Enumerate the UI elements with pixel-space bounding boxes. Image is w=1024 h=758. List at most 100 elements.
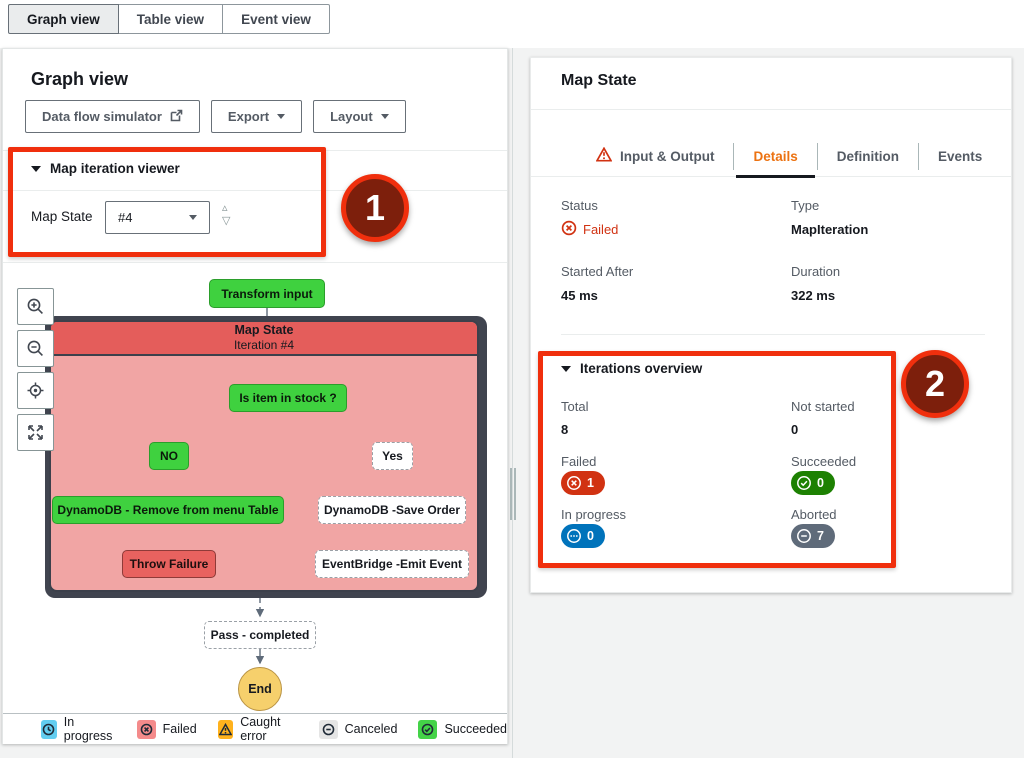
node-dynamodb-save-order[interactable]: DynamoDB -Save Order xyxy=(318,496,466,524)
status-label: Status xyxy=(561,198,598,213)
data-flow-simulator-button[interactable]: Data flow simulator xyxy=(25,100,200,133)
node-branch-yes[interactable]: Yes xyxy=(372,442,413,470)
failed-label: Failed xyxy=(561,454,596,469)
node-dynamodb-remove[interactable]: DynamoDB - Remove from menu Table xyxy=(52,496,284,524)
legend-label: Succeeded xyxy=(444,722,507,736)
graph-view-panel: Graph view Data flow simulator Export La… xyxy=(2,48,508,744)
node-is-item-in-stock[interactable]: Is item in stock ? xyxy=(229,384,347,412)
succeeded-count-badge: 0 xyxy=(791,471,835,495)
map-state-name: Map State xyxy=(234,323,293,338)
chevron-down-icon xyxy=(381,114,389,119)
triangle-down-icon xyxy=(561,366,571,372)
tab-label: Definition xyxy=(837,149,899,164)
not-started-label: Not started xyxy=(791,399,855,414)
total-value: 8 xyxy=(561,422,568,437)
status-text: Failed xyxy=(583,222,618,237)
tab-input-output[interactable]: Input & Output xyxy=(577,136,733,177)
graph-canvas: Map State Iteration #4 xyxy=(3,264,507,713)
chevron-down-icon xyxy=(189,215,197,220)
tab-event-view[interactable]: Event view xyxy=(222,4,330,34)
iterations-overview-title: Iterations overview xyxy=(580,361,702,376)
center-graph-button[interactable] xyxy=(17,372,54,409)
tab-events[interactable]: Events xyxy=(919,136,1001,177)
layout-button[interactable]: Layout xyxy=(313,100,406,133)
node-branch-no[interactable]: NO xyxy=(149,442,189,470)
tab-label: Input & Output xyxy=(620,149,714,164)
legend-label: Caught error xyxy=(240,715,297,743)
divider xyxy=(3,150,507,151)
node-throw-failure[interactable]: Throw Failure xyxy=(122,550,216,578)
failed-count: 1 xyxy=(587,476,594,490)
circle-check-icon xyxy=(796,475,812,491)
circle-check-icon xyxy=(418,720,437,739)
node-eventbridge-emit-event[interactable]: EventBridge -Emit Event xyxy=(315,550,469,578)
map-iteration-viewer-toggle[interactable]: Map iteration viewer xyxy=(31,161,180,176)
chevron-down-icon xyxy=(277,114,285,119)
tab-graph-view[interactable]: Graph view xyxy=(8,4,119,34)
legend-label: In progress xyxy=(64,715,116,743)
stepper-up-icon[interactable]: ▵ xyxy=(222,202,230,215)
in-progress-count: 0 xyxy=(587,529,594,543)
tab-details[interactable]: Details xyxy=(734,136,816,177)
node-end[interactable]: End xyxy=(238,667,282,711)
fit-view-button[interactable] xyxy=(17,414,54,451)
node-transform-input[interactable]: Transform input xyxy=(209,279,325,308)
divider xyxy=(3,262,507,263)
layout-label: Layout xyxy=(330,109,373,124)
status-legend: In progress Failed Caught error Canceled xyxy=(3,713,507,744)
map-iteration-viewer-title: Map iteration viewer xyxy=(50,161,180,176)
node-pass-completed[interactable]: Pass - completed xyxy=(204,621,316,649)
clock-icon xyxy=(41,720,57,739)
legend-failed: Failed xyxy=(137,720,197,739)
started-after-value: 45 ms xyxy=(561,288,598,303)
legend-label: Failed xyxy=(163,722,197,736)
stepper-down-icon[interactable]: ▽ xyxy=(222,215,230,228)
in-progress-label: In progress xyxy=(561,507,626,522)
export-button[interactable]: Export xyxy=(211,100,302,133)
details-tab-bar: Input & Output Details Definition Events xyxy=(531,136,1011,177)
panel-resize-handle[interactable] xyxy=(509,468,517,520)
aborted-count: 7 xyxy=(817,529,824,543)
zoom-in-icon xyxy=(26,297,45,316)
graph-view-title: Graph view xyxy=(31,69,128,90)
failed-count-badge: 1 xyxy=(561,471,605,495)
status-value: Failed xyxy=(561,220,618,239)
panel-divider xyxy=(512,48,513,758)
warning-triangle-icon xyxy=(596,147,612,165)
aborted-label: Aborted xyxy=(791,507,837,522)
page: Graph view Table view Event view Graph v… xyxy=(0,0,1024,758)
legend-caught-error: Caught error xyxy=(218,715,298,743)
export-label: Export xyxy=(228,109,269,124)
duration-label: Duration xyxy=(791,264,840,279)
tab-label: Events xyxy=(938,149,982,164)
tab-definition[interactable]: Definition xyxy=(818,136,918,177)
iterations-overview-toggle[interactable]: Iterations overview xyxy=(561,361,702,376)
triangle-down-icon xyxy=(31,166,41,172)
legend-succeeded: Succeeded xyxy=(418,720,507,739)
type-label: Type xyxy=(791,198,819,213)
circle-x-icon xyxy=(137,720,156,739)
warning-triangle-icon xyxy=(218,720,234,739)
iteration-stepper[interactable]: ▵ ▽ xyxy=(222,202,230,228)
expand-arrows-icon xyxy=(26,423,45,442)
circle-ellipsis-icon xyxy=(566,528,582,544)
state-details-title: Map State xyxy=(561,72,637,90)
legend-canceled: Canceled xyxy=(319,720,398,739)
view-tab-group: Graph view Table view Event view xyxy=(8,4,330,34)
circle-minus-icon xyxy=(796,528,812,544)
succeeded-count: 0 xyxy=(817,476,824,490)
circle-x-icon xyxy=(561,220,577,239)
tab-label: Details xyxy=(753,149,797,164)
zoom-in-button[interactable] xyxy=(17,288,54,325)
divider xyxy=(3,190,507,191)
duration-value: 322 ms xyxy=(791,288,835,303)
succeeded-label: Succeeded xyxy=(791,454,856,469)
iteration-select[interactable]: #4 xyxy=(105,201,210,234)
tab-table-view[interactable]: Table view xyxy=(118,4,223,34)
zoom-out-button[interactable] xyxy=(17,330,54,367)
divider xyxy=(531,109,1011,110)
not-started-value: 0 xyxy=(791,422,798,437)
type-value: MapIteration xyxy=(791,222,868,237)
legend-label: Canceled xyxy=(345,722,398,736)
node-map-state-header[interactable]: Map State Iteration #4 xyxy=(51,322,477,356)
